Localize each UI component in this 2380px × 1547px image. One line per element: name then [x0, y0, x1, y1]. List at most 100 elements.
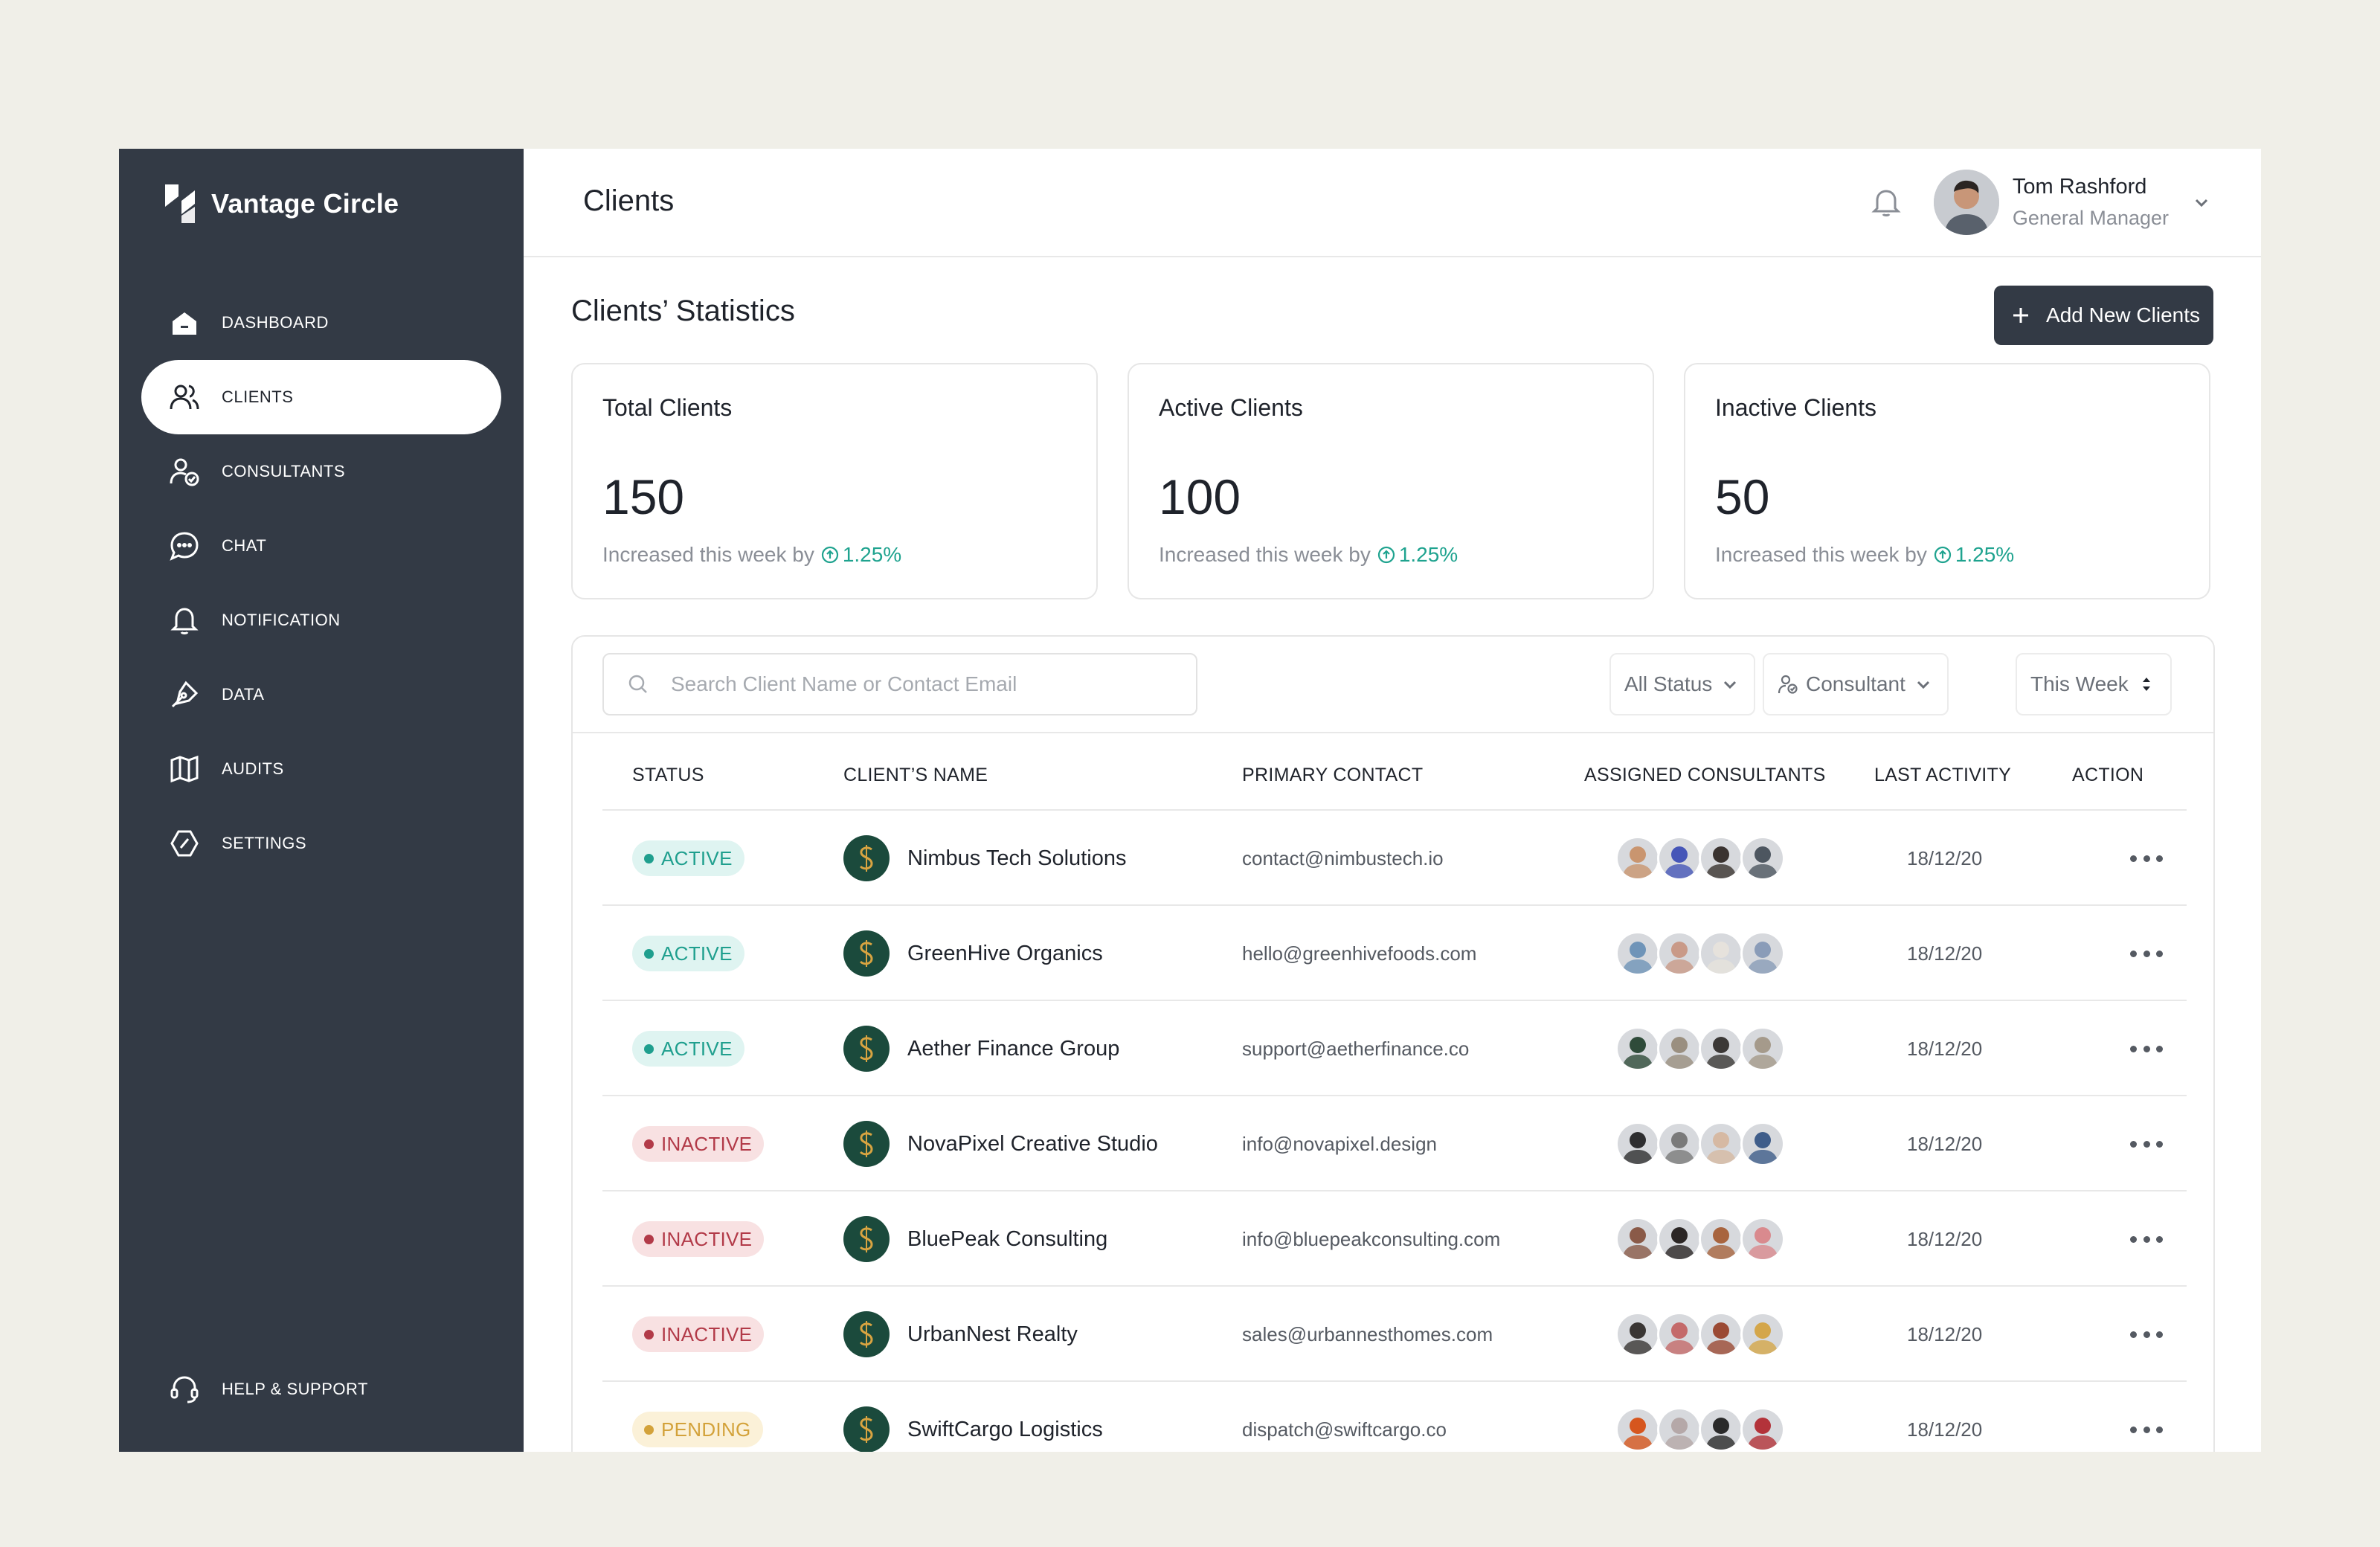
sidebar-item-dashboard[interactable]: DASHBOARD [141, 286, 501, 360]
clients-table-panel: All Status Consultant This Week STATUS C… [571, 635, 2215, 1452]
avatar[interactable] [1615, 1122, 1660, 1166]
last-activity-date: 18/12/20 [1907, 1132, 1983, 1155]
avatar[interactable] [1615, 1217, 1660, 1261]
avatar[interactable] [1615, 931, 1660, 976]
table-row[interactable]: ACTIVE Nimbus Tech Solutions contact@nim… [602, 809, 2187, 904]
more-actions-icon[interactable] [2130, 1328, 2163, 1340]
table-row[interactable]: INACTIVE BluePeak Consulting info@bluepe… [602, 1190, 2187, 1285]
consultant-avatars[interactable] [1615, 931, 1785, 976]
more-actions-icon[interactable] [2130, 1138, 2163, 1150]
more-actions-icon[interactable] [2130, 948, 2163, 959]
avatar[interactable] [1699, 1026, 1743, 1071]
avatar[interactable] [1699, 1122, 1743, 1166]
stat-card-delta-value: 1.25% [1398, 543, 1458, 566]
search-box[interactable] [602, 653, 1197, 715]
brand[interactable]: Vantage Circle [159, 181, 399, 226]
primary-contact-email[interactable]: info@bluepeakconsulting.com [1242, 1228, 1500, 1251]
client-name[interactable]: Aether Finance Group [907, 1037, 1119, 1061]
table-row[interactable]: INACTIVE UrbanNest Realty sales@urbannes… [602, 1285, 2187, 1380]
consultant-avatars[interactable] [1615, 1407, 1785, 1452]
avatar[interactable] [1740, 1026, 1785, 1071]
more-actions-icon[interactable] [2130, 1043, 2163, 1055]
avatar[interactable] [1657, 836, 1702, 881]
avatar[interactable] [1699, 931, 1743, 976]
primary-contact-email[interactable]: support@aetherfinance.co [1242, 1038, 1469, 1061]
avatar[interactable] [1740, 931, 1785, 976]
table-row[interactable]: ACTIVE Aether Finance Group support@aeth… [602, 1000, 2187, 1095]
sidebar-item-notification[interactable]: NOTIFICATION [141, 583, 501, 657]
client-logo-icon [843, 930, 890, 977]
client-name[interactable]: GreenHive Organics [907, 942, 1103, 966]
client-name[interactable]: Nimbus Tech Solutions [907, 846, 1126, 871]
avatar[interactable] [1615, 1026, 1660, 1071]
consultant-avatars[interactable] [1615, 1312, 1785, 1357]
table-row[interactable]: PENDING SwiftCargo Logistics dispatch@sw… [602, 1380, 2187, 1452]
column-header-primary-contact[interactable]: PRIMARY CONTACT [1242, 765, 1423, 786]
sidebar-item-data[interactable]: DATA [141, 657, 501, 732]
avatar[interactable] [1615, 1407, 1660, 1452]
client-name[interactable]: NovaPixel Creative Studio [907, 1132, 1158, 1157]
more-actions-icon[interactable] [2130, 1424, 2163, 1435]
avatar[interactable] [1740, 1407, 1785, 1452]
sidebar-item-clients[interactable]: CLIENTS [141, 360, 501, 434]
avatar[interactable] [1740, 1312, 1785, 1357]
column-header-status[interactable]: STATUS [632, 765, 704, 786]
consultant-avatars[interactable] [1615, 836, 1785, 881]
sidebar-item-settings[interactable]: SETTINGS [141, 806, 501, 881]
last-activity-date: 18/12/20 [1907, 1227, 1983, 1250]
avatar[interactable] [1740, 1217, 1785, 1261]
user-menu[interactable]: Tom Rashford General Manager [1933, 170, 2212, 235]
notification-bell-icon[interactable] [1867, 183, 1905, 222]
sidebar-item-label: DASHBOARD [222, 313, 329, 332]
column-header-action[interactable]: ACTION [2072, 765, 2143, 786]
column-header-client-name[interactable]: CLIENT’S NAME [843, 765, 988, 786]
avatar[interactable] [1615, 1312, 1660, 1357]
stats-cards: Total Clients 150 Increased this week by… [571, 363, 2210, 599]
client-name[interactable]: SwiftCargo Logistics [907, 1418, 1103, 1442]
column-header-last-activity[interactable]: LAST ACTIVITY [1874, 765, 2011, 786]
search-input[interactable] [671, 672, 1162, 696]
avatar[interactable] [1699, 1217, 1743, 1261]
avatar[interactable] [1657, 1312, 1702, 1357]
consultant-avatars[interactable] [1615, 1122, 1785, 1166]
avatar[interactable] [1699, 1312, 1743, 1357]
client-logo-icon [843, 1406, 890, 1452]
sidebar-item-label: NOTIFICATION [222, 611, 341, 629]
table-row[interactable]: INACTIVE NovaPixel Creative Studio info@… [602, 1095, 2187, 1190]
avatar[interactable] [1657, 1026, 1702, 1071]
avatar[interactable] [1615, 836, 1660, 881]
avatar[interactable] [1699, 1407, 1743, 1452]
sidebar-item-consultants[interactable]: CONSULTANTS [141, 434, 501, 509]
avatar[interactable] [1740, 836, 1785, 881]
avatar[interactable] [1657, 1122, 1702, 1166]
period-filter-dropdown[interactable]: This Week [2016, 653, 2172, 715]
column-header-assigned-consultants[interactable]: ASSIGNED CONSULTANTS [1584, 765, 1826, 786]
client-name[interactable]: BluePeak Consulting [907, 1227, 1107, 1252]
add-new-clients-button[interactable]: Add New Clients [1994, 286, 2213, 345]
avatar[interactable] [1657, 1407, 1702, 1452]
more-actions-icon[interactable] [2130, 1233, 2163, 1245]
table-row[interactable]: ACTIVE GreenHive Organics hello@greenhiv… [602, 904, 2187, 1000]
avatar[interactable] [1657, 1217, 1702, 1261]
period-filter-label: This Week [2030, 672, 2129, 695]
stat-card-delta-value: 1.25% [842, 543, 902, 566]
primary-contact-email[interactable]: contact@nimbustech.io [1242, 847, 1444, 870]
consultant-avatars[interactable] [1615, 1217, 1785, 1261]
client-logo-icon [843, 1216, 890, 1262]
primary-contact-email[interactable]: hello@greenhivefoods.com [1242, 942, 1476, 965]
help-support-link[interactable]: HELP & SUPPORT [168, 1373, 368, 1406]
consultant-avatars[interactable] [1615, 1026, 1785, 1071]
avatar[interactable] [1657, 931, 1702, 976]
sidebar-item-audits[interactable]: AUDITS [141, 732, 501, 806]
primary-contact-email[interactable]: info@novapixel.design [1242, 1133, 1437, 1156]
status-filter-dropdown[interactable]: All Status [1609, 653, 1756, 715]
user-name: Tom Rashford [2012, 175, 2147, 199]
sidebar-item-chat[interactable]: CHAT [141, 509, 501, 583]
primary-contact-email[interactable]: dispatch@swiftcargo.co [1242, 1418, 1447, 1441]
avatar[interactable] [1740, 1122, 1785, 1166]
primary-contact-email[interactable]: sales@urbannesthomes.com [1242, 1323, 1493, 1346]
more-actions-icon[interactable] [2130, 852, 2163, 864]
consultant-filter-dropdown[interactable]: Consultant [1763, 653, 1949, 715]
client-name[interactable]: UrbanNest Realty [907, 1322, 1078, 1347]
avatar[interactable] [1699, 836, 1743, 881]
